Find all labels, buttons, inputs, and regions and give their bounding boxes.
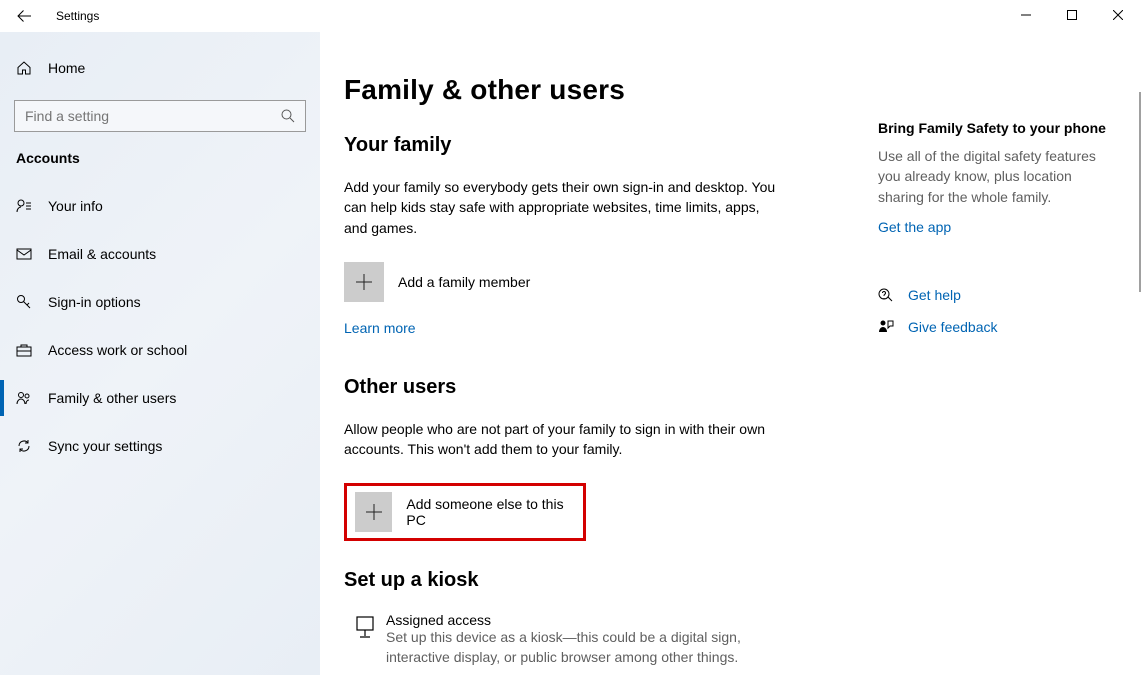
add-someone-else-label: Add someone else to this PC <box>406 496 575 528</box>
sidebar: Home Accounts Your info Email & accounts… <box>0 32 320 675</box>
home-nav[interactable]: Home <box>0 48 320 88</box>
maximize-button[interactable] <box>1049 0 1095 30</box>
mail-icon <box>16 246 32 262</box>
sidebar-item-your-info[interactable]: Your info <box>0 182 320 230</box>
key-icon <box>16 294 32 310</box>
sidebar-item-label: Email & accounts <box>48 246 156 262</box>
sidebar-item-sync-settings[interactable]: Sync your settings <box>0 422 320 470</box>
add-someone-else-button[interactable]: Add someone else to this PC <box>344 483 586 541</box>
user-icon <box>16 198 32 214</box>
sync-icon <box>16 438 32 454</box>
sidebar-item-family-other-users[interactable]: Family & other users <box>0 374 320 422</box>
search-input[interactable] <box>14 100 306 132</box>
home-icon <box>16 60 32 76</box>
content-area: Family & other users Your family Add you… <box>320 32 1141 675</box>
sidebar-item-label: Access work or school <box>48 342 187 358</box>
family-heading: Your family <box>344 134 854 157</box>
get-help-label: Get help <box>908 287 961 303</box>
feedback-icon <box>878 319 894 335</box>
scrollbar[interactable] <box>1137 32 1141 675</box>
back-button[interactable] <box>0 0 48 32</box>
window-title: Settings <box>56 9 99 23</box>
window-controls <box>1003 0 1141 30</box>
maximize-icon <box>1067 10 1077 20</box>
promo-description: Use all of the digital safety features y… <box>878 146 1114 207</box>
get-help-link[interactable]: Get help <box>878 287 1114 303</box>
give-feedback-label: Give feedback <box>908 319 998 335</box>
learn-more-link[interactable]: Learn more <box>344 320 416 336</box>
assigned-access-description: Set up this device as a kiosk—this could… <box>386 628 746 667</box>
back-arrow-icon <box>16 8 32 24</box>
titlebar: Settings <box>0 0 1141 32</box>
sidebar-item-label: Sync your settings <box>48 438 162 454</box>
give-feedback-link[interactable]: Give feedback <box>878 319 1114 335</box>
close-icon <box>1113 10 1123 20</box>
home-label: Home <box>48 60 85 76</box>
category-header: Accounts <box>0 150 320 166</box>
minimize-icon <box>1021 10 1031 20</box>
briefcase-icon <box>16 342 32 358</box>
sidebar-item-signin-options[interactable]: Sign-in options <box>0 278 320 326</box>
people-icon <box>16 390 32 406</box>
sidebar-item-label: Family & other users <box>48 390 176 406</box>
get-the-app-link[interactable]: Get the app <box>878 219 1114 235</box>
help-icon <box>878 287 894 303</box>
close-button[interactable] <box>1095 0 1141 30</box>
sidebar-item-label: Sign-in options <box>48 294 141 310</box>
add-family-member-button[interactable]: Add a family member <box>344 262 854 302</box>
plus-icon <box>355 492 392 532</box>
plus-icon <box>344 262 384 302</box>
assigned-access-item[interactable]: Assigned access Set up this device as a … <box>344 612 854 667</box>
sidebar-item-email-accounts[interactable]: Email & accounts <box>0 230 320 278</box>
family-description: Add your family so everybody gets their … <box>344 177 784 238</box>
page-title: Family & other users <box>344 74 854 106</box>
minimize-button[interactable] <box>1003 0 1049 30</box>
assigned-access-title: Assigned access <box>386 612 854 628</box>
promo-heading: Bring Family Safety to your phone <box>878 120 1114 136</box>
add-family-member-label: Add a family member <box>398 274 530 290</box>
kiosk-heading: Set up a kiosk <box>344 569 854 592</box>
kiosk-icon <box>352 614 378 640</box>
sidebar-item-access-work-school[interactable]: Access work or school <box>0 326 320 374</box>
other-users-description: Allow people who are not part of your fa… <box>344 419 784 460</box>
sidebar-item-label: Your info <box>48 198 103 214</box>
other-users-heading: Other users <box>344 376 854 399</box>
